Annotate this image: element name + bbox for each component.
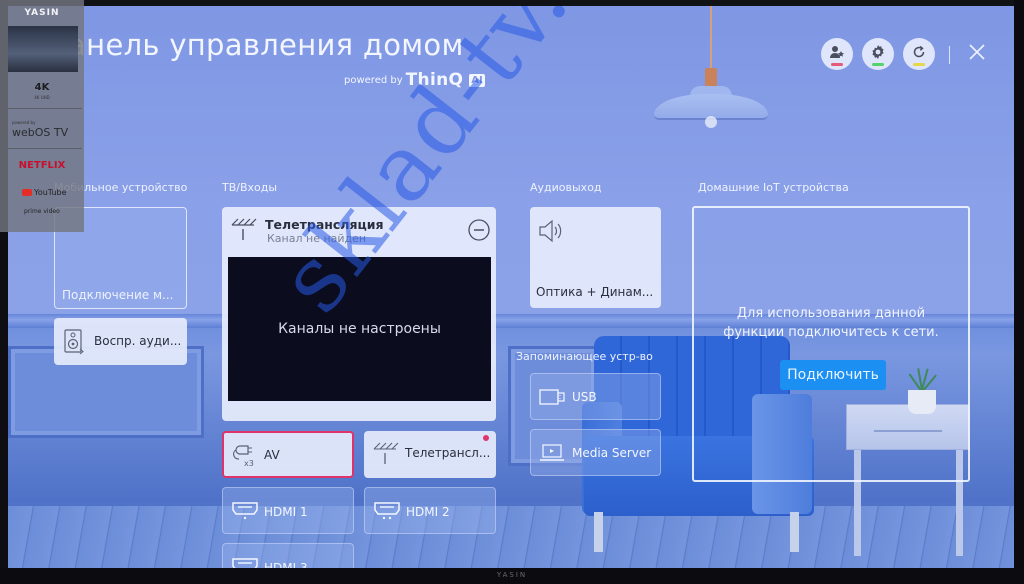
lamp-decor [710, 6, 712, 70]
page-title: Панель управления домом [46, 28, 464, 62]
hdmi-icon [231, 501, 259, 521]
input-hdmi-3[interactable]: HDMI 3 [222, 543, 354, 568]
audio-play-label: Воспр. ауди... [94, 334, 182, 348]
notification-dot [483, 435, 489, 441]
section-label-storage: Запоминающее устр-во [516, 350, 653, 363]
storage-media-server[interactable]: Media Server [530, 429, 661, 476]
sticker-divider [6, 108, 82, 109]
collapse-button[interactable] [468, 219, 490, 245]
mobile-connect-label: Подключение м... [62, 288, 174, 302]
iot-network-message: Для использования данной функции подключ… [694, 304, 968, 342]
connect-network-button[interactable]: Подключить [780, 360, 886, 390]
speaker-share-icon [64, 329, 86, 355]
sticker-4k-sub: 4K UHD [34, 95, 50, 100]
hdmi-icon [373, 501, 401, 521]
user-star-icon [829, 44, 845, 64]
tv-preview-screen[interactable]: Каналы не настроены [228, 257, 491, 401]
av-x3-badge: x3 [244, 459, 254, 468]
lamp-decor [705, 116, 717, 128]
input-av-label: AV [264, 448, 280, 462]
sticker-brand: YASIN [24, 8, 60, 18]
storage-usb[interactable]: USB [530, 373, 661, 420]
sticker-webos: webOS TV [12, 126, 69, 139]
audio-output-label: Оптика + Динам... [536, 285, 654, 299]
hdmi-icon [231, 557, 259, 568]
header-divider [949, 46, 950, 64]
speaker-icon [538, 219, 564, 243]
gear-icon [870, 44, 886, 64]
audio-output-card[interactable]: Оптика + Динам... [530, 207, 661, 308]
tv-bezel-brand: YASIN [496, 571, 528, 579]
usb-icon [539, 388, 567, 406]
powered-by-thinq: powered by ThinQ AI [344, 70, 485, 90]
ai-badge: AI [469, 73, 485, 87]
section-label-iot: Домашние IoT устройства [698, 181, 849, 194]
iot-devices-panel: Для использования данной функции подключ… [692, 206, 970, 482]
powered-by-text: powered by [344, 74, 403, 86]
sticker-youtube: YouTube [22, 188, 67, 197]
input-hdmi-1-label: HDMI 1 [264, 505, 308, 519]
sticker-prime: prime video [24, 208, 60, 215]
storage-usb-label: USB [572, 390, 597, 404]
iot-message-line1: Для использования данной [736, 306, 926, 321]
media-server-icon [539, 444, 567, 462]
refresh-button[interactable] [903, 38, 935, 70]
minus-circle-icon [468, 219, 490, 241]
antenna-icon [230, 217, 260, 245]
input-hdmi-3-label: HDMI 3 [264, 561, 308, 568]
color-key-yellow [913, 63, 925, 66]
storage-media-server-label: Media Server [572, 446, 652, 460]
sticker-powered: powered by [12, 120, 36, 125]
sticker-divider [6, 148, 82, 149]
thinq-logo: ThinQ [405, 70, 464, 90]
sticker-netflix: NETFLIX [18, 160, 66, 171]
iot-message-line2: функции подключитесь к сети. [723, 325, 939, 340]
tv-promo-sticker: YASIN 4K 4K UHD powered by webOS TV NETF… [0, 0, 84, 232]
input-hdmi-2-label: HDMI 2 [406, 505, 450, 519]
sticker-photo [8, 26, 78, 72]
refresh-icon [911, 44, 927, 64]
close-icon [968, 43, 986, 65]
tv-preview-message: Каналы не настроены [278, 321, 441, 337]
floor-decor [8, 506, 1014, 568]
input-hdmi-2[interactable]: HDMI 2 [364, 487, 496, 534]
section-label-audio-output: Аудиовыход [530, 181, 602, 194]
sticker-4k: 4K [34, 82, 50, 93]
settings-button[interactable] [862, 38, 894, 70]
home-dashboard-screen: Панель управления домом powered by ThinQ… [8, 6, 1014, 568]
sticker-youtube-label: YouTube [34, 188, 67, 197]
close-button[interactable] [963, 40, 991, 68]
audio-play-card[interactable]: Воспр. ауди... [54, 318, 187, 365]
armchair-decor [594, 512, 603, 552]
color-key-red [831, 63, 843, 66]
lamp-decor [705, 68, 717, 88]
input-hdmi-1[interactable]: HDMI 1 [222, 487, 354, 534]
section-label-tv-inputs: ТВ/Входы [222, 181, 278, 194]
tv-broadcast-card[interactable]: Телетрансляция Канал не найден Каналы не… [222, 207, 496, 421]
tv-source-status: Канал не найден [267, 232, 367, 245]
input-av[interactable]: x3 AV [222, 431, 354, 478]
armchair-decor [790, 512, 799, 552]
youtube-icon [22, 189, 32, 196]
user-profile-button[interactable] [821, 38, 853, 70]
color-key-green [872, 63, 884, 66]
input-tv-broadcast[interactable]: Телетрансл... [364, 431, 496, 478]
tv-bezel-right [1014, 0, 1024, 584]
antenna-icon [372, 441, 402, 465]
tv-source-title: Телетрансляция [265, 217, 384, 232]
input-tv-broadcast-label: Телетрансл... [405, 446, 491, 460]
